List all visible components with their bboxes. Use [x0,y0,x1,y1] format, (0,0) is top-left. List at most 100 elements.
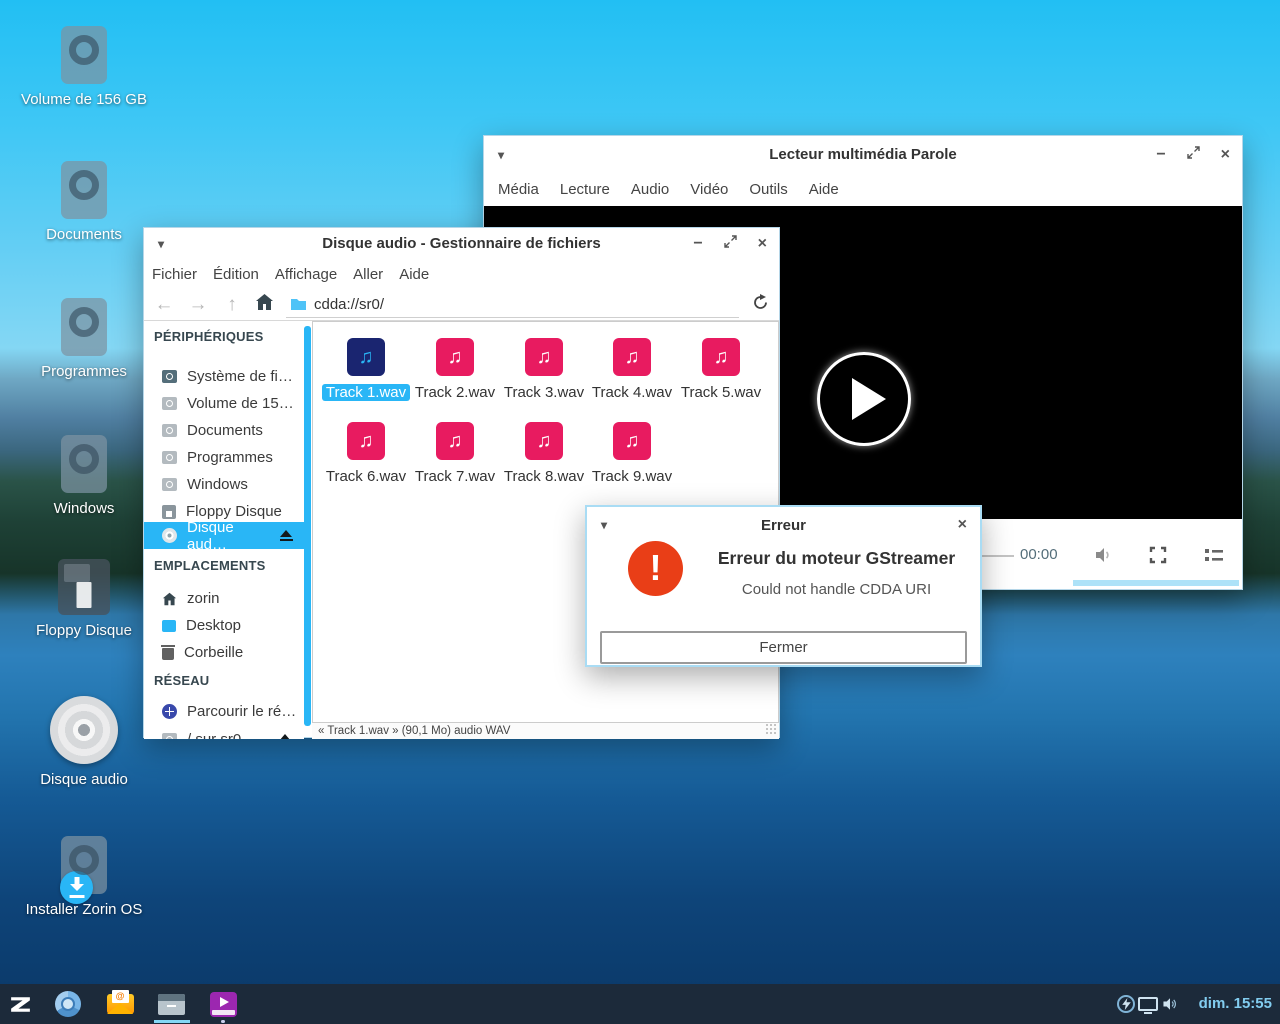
player-titlebar[interactable]: ▾ Lecteur multimédia Parole − × [484,136,1242,173]
sidebar-item-zorin[interactable]: zorin [144,585,304,612]
back-button[interactable]: ← [153,294,175,316]
close-button[interactable]: × [1221,147,1230,163]
desktop-icon-programmes[interactable]: Programmes [18,298,150,380]
taskbar-clock[interactable]: dim. 15:55 [1199,984,1272,1024]
sidebar-item-disque-audio-selected[interactable]: Disque aud… [144,522,304,549]
desktop-icon-volume156[interactable]: Volume de 156 GB [18,26,150,108]
fm-menubar: Fichier Édition Affichage Aller Aide [144,259,779,289]
dialog-titlebar[interactable]: ▾ Erreur × [587,507,980,543]
desktop-icon-floppy[interactable]: Floppy Disque [18,559,150,639]
audio-file-icon: ♫ [436,422,474,460]
menu-edition[interactable]: Édition [213,266,259,283]
play-button[interactable] [817,352,911,446]
maximize-button[interactable] [1187,146,1200,163]
close-button[interactable]: × [958,516,967,534]
volume-icon[interactable] [1092,544,1114,571]
file-track8[interactable]: ♫ Track 8.wav [498,422,590,487]
menu-outils[interactable]: Outils [749,181,787,198]
audio-file-icon: ♫ [525,422,563,460]
eject-icon[interactable] [280,530,292,542]
sidebar-item-label: Floppy Disque [186,503,282,520]
file-track6[interactable]: ♫ Track 6.wav [320,422,412,487]
sidebar-item-desktop[interactable]: Desktop [144,612,304,639]
sidebar-item-label: Parcourir le ré… [187,703,296,720]
menu-aide[interactable]: Aide [809,181,839,198]
player-title: Lecteur multimédia Parole [769,146,957,163]
taskbar-browser-button[interactable] [48,984,88,1024]
browser-icon [55,991,81,1017]
window-menu-caret-icon[interactable]: ▾ [158,237,164,251]
desktop-icon-disque-audio[interactable]: Disque audio [18,696,150,788]
resize-grip[interactable] [765,723,777,735]
taskbar-files-button[interactable] [151,984,191,1024]
file-track9[interactable]: ♫ Track 9.wav [586,422,678,487]
playlist-icon[interactable] [1204,547,1224,568]
fm-titlebar[interactable]: ▾ Disque audio - Gestionnaire de fichier… [144,228,779,259]
desktop-icon-windows[interactable]: Windows [18,435,150,517]
drive-icon [162,424,177,437]
desktop-icon [162,620,176,632]
error-alert-icon: ! [628,541,683,596]
fullscreen-icon[interactable] [1148,545,1168,570]
eject-icon[interactable] [279,734,292,740]
desktop-icon-label: Floppy Disque [18,622,150,639]
fm-toolbar: ← → ↑ cdda://sr0/ [144,289,779,321]
taskbar-zorin-menu-button[interactable] [0,984,40,1024]
forward-button[interactable]: → [187,294,209,316]
taskbar-media-player-button[interactable] [203,984,243,1024]
sidebar-item-windows[interactable]: Windows [144,471,304,498]
file-track7[interactable]: ♫ Track 7.wav [409,422,501,487]
menu-fichier[interactable]: Fichier [152,266,197,283]
window-menu-caret-icon[interactable]: ▾ [498,148,504,162]
minimize-button[interactable]: − [1156,147,1165,163]
sidebar-item-parcourir[interactable]: Parcourir le ré… [144,698,304,725]
home-button[interactable] [255,293,274,316]
file-track4[interactable]: ♫ Track 4.wav [586,338,678,403]
sidebar-scrollbar[interactable] [304,326,311,726]
desktop-icon-label: Windows [18,500,150,517]
menu-affichage[interactable]: Affichage [275,266,337,283]
file-label: Track 9.wav [586,467,678,487]
file-track3[interactable]: ♫ Track 3.wav [498,338,590,403]
window-menu-caret-icon[interactable]: ▾ [601,518,607,532]
fermer-button[interactable]: Fermer [600,631,967,664]
taskbar-volume-indicator[interactable] [1150,984,1190,1024]
file-label: Track 4.wav [586,383,678,403]
mail-icon: @ [107,994,134,1014]
taskbar-mail-button[interactable]: @ [100,984,140,1024]
menu-audio[interactable]: Audio [631,181,669,198]
sidebar-item-programmes[interactable]: Programmes [144,444,304,471]
file-track5[interactable]: ♫ Track 5.wav [675,338,767,403]
maximize-button[interactable] [724,235,737,252]
desktop-icon-installer[interactable]: Installer Zorin OS [18,836,150,918]
menu-media[interactable]: Média [498,181,539,198]
fm-statusbar: « Track 1.wav » (90,1 Mo) audio WAV [312,723,779,739]
folder-icon [290,297,307,311]
audio-file-icon: ♫ [525,338,563,376]
file-track1[interactable]: ♫ Track 1.wav [320,338,412,403]
sidebar-item-volume[interactable]: Volume de 15… [144,390,304,417]
sidebar-item-label: Programmes [187,449,273,466]
desktop-icon-documents[interactable]: Documents [18,161,150,243]
file-track2[interactable]: ♫ Track 2.wav [409,338,501,403]
menu-aller[interactable]: Aller [353,266,383,283]
menu-lecture[interactable]: Lecture [560,181,610,198]
sidebar-item-sur-sr0[interactable]: / sur sr0 [144,726,304,739]
reload-button[interactable] [751,293,770,317]
audio-file-icon: ♫ [347,422,385,460]
sidebar-item-documents[interactable]: Documents [144,417,304,444]
minimize-button[interactable]: − [693,236,702,252]
audio-file-icon: ♫ [613,338,651,376]
sidebar-item-corbeille[interactable]: Corbeille [144,639,304,666]
location-bar[interactable]: cdda://sr0/ [286,292,739,318]
sidebar-item-label: Windows [187,476,248,493]
up-button[interactable]: ↑ [221,294,243,316]
menu-video[interactable]: Vidéo [690,181,728,198]
elapsed-time: 00:00 [1020,546,1058,563]
taskbar: @ dim. 15:55 [0,984,1280,1024]
drive-icon [162,733,177,739]
menu-aide[interactable]: Aide [399,266,429,283]
file-label: Track 3.wav [498,383,590,403]
close-button[interactable]: × [758,236,767,252]
sidebar-item-systeme[interactable]: Système de fi… [144,363,304,390]
